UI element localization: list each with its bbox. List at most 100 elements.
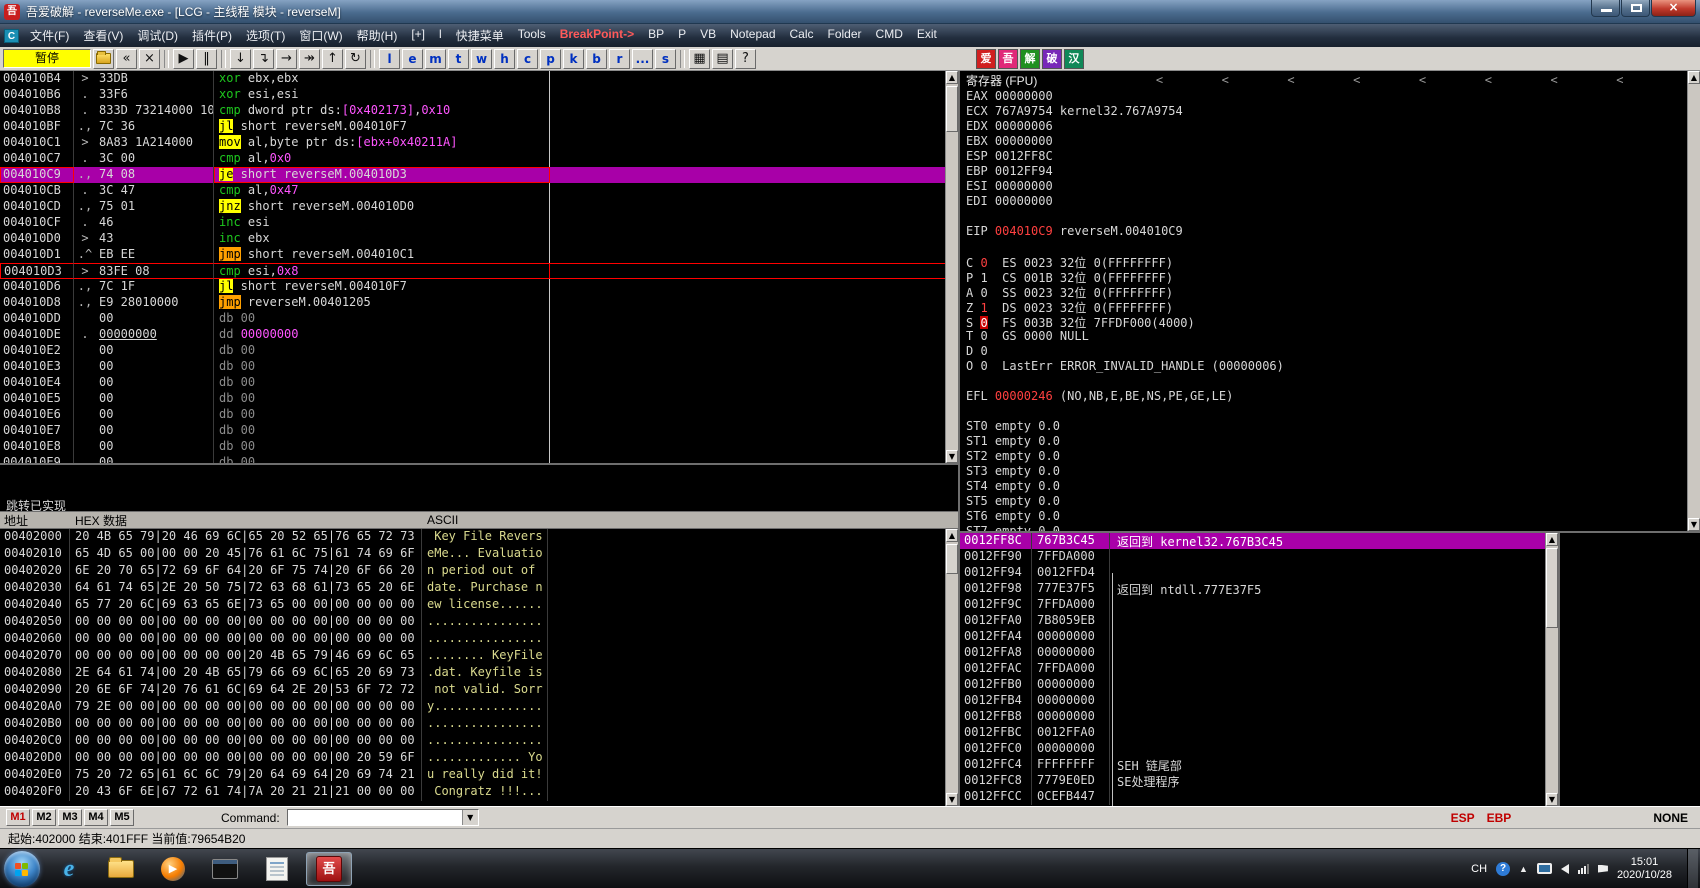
collapse-chevron-icon[interactable]: < [1156,73,1163,87]
disasm-row[interactable]: 004010DD00db 00 [0,311,945,327]
register-line[interactable]: ST2 empty 0.0 [960,449,1687,464]
stack-row[interactable]: 0012FFC000000000 [960,741,1545,757]
menu-item[interactable]: 查看(V) [76,24,130,47]
minimize-button[interactable] [1591,0,1620,17]
collapse-chevron-icon[interactable]: < [1287,73,1294,87]
disasm-row[interactable]: 004010E200db 00 [0,343,945,359]
scroll-up-icon[interactable]: ▲ [1688,71,1700,84]
taskbar-media-player[interactable]: ▶ [150,852,196,886]
toolbar-letter-button[interactable]: w [471,49,492,69]
menu-item[interactable]: 文件(F) [23,24,76,47]
collapse-chevron-icon[interactable]: < [1485,73,1492,87]
disasm-scrollbar[interactable]: ▲ ▼ [945,71,958,463]
menu-item[interactable]: P [671,24,693,47]
disasm-row[interactable]: 004010D8.,E9 28010000jmp reverseM.004012… [0,295,945,311]
menu-item[interactable]: l [432,24,449,47]
dump-row[interactable]: 0040201065 4D 65 00|00 00 20 45|76 61 6C… [0,546,945,563]
register-line[interactable]: EFL 00000246 (NO,NB,E,BE,NS,PE,GE,LE) [960,389,1687,404]
dump-pane[interactable]: 0040200020 4B 65 79|20 46 69 6C|65 20 52… [0,529,958,806]
toolbar-letter-button[interactable]: ... [632,49,653,69]
start-button[interactable] [4,851,40,887]
disasm-row[interactable]: 004010BF.,7C 36jl short reverseM.004010F… [0,119,945,135]
plugin-jie-icon[interactable]: 解 [1020,49,1040,69]
menu-item[interactable]: Notepad [723,24,782,47]
disasm-row[interactable]: 004010E700db 00 [0,423,945,439]
plugin-wu-icon[interactable]: 吾 [998,49,1018,69]
collapse-chevron-icon[interactable]: < [1353,73,1360,87]
toolbar-letter-button[interactable]: p [540,49,561,69]
scroll-thumb[interactable] [1546,548,1558,628]
register-line[interactable]: ECX 767A9754 kernel32.767A9754 [960,104,1687,119]
register-line[interactable]: S 0 FS 003B 32位 7FFDF000(4000) [960,314,1687,329]
stack-row[interactable]: 0012FF907FFDA000 [960,549,1545,565]
disasm-row[interactable]: 004010E300db 00 [0,359,945,375]
disasm-row[interactable]: 004010D3>83FE 08cmp esi,0x8 [0,263,945,279]
memory-tab-m4[interactable]: M4 [84,809,108,826]
dump-row[interactable]: 0040203064 61 74 65|2E 20 50 75|72 63 68… [0,580,945,597]
scroll-up-icon[interactable]: ▲ [1546,533,1558,546]
stack-row[interactable]: 0012FFC4FFFFFFFFSEH 链尾部 [960,757,1545,773]
register-line[interactable]: ST6 empty 0.0 [960,509,1687,524]
dump-row[interactable]: 0040204065 77 20 6C|69 63 65 6E|73 65 00… [0,597,945,614]
taskbar-debugger-active[interactable]: 吾 [306,852,352,886]
registers-pane[interactable]: 寄存器 (FPU) <<<<<<<< EAX 00000000ECX 767A9… [960,71,1700,531]
dump-row[interactable]: 004020E075 20 72 65|61 6C 6C 79|20 64 69… [0,767,945,784]
language-indicator[interactable]: CH [1471,863,1487,875]
menu-item[interactable]: Exit [910,24,944,47]
disasm-row[interactable]: 004010E400db 00 [0,375,945,391]
register-line[interactable]: Z 1 DS 0023 32位 0(FFFFFFFF) [960,299,1687,314]
help-tray-icon[interactable]: ? [1496,862,1510,876]
stack-pane[interactable]: 0012FF8C767B3C45返回到 kernel32.767B3C45001… [960,533,1560,806]
dump-scrollbar[interactable]: ▲ ▼ [945,529,958,806]
menu-item[interactable]: 快捷菜单 [449,24,511,47]
register-line[interactable]: ST3 empty 0.0 [960,464,1687,479]
disasm-row[interactable]: 004010C9.,74 08je short reverseM.004010D… [0,167,945,183]
title-bar[interactable]: 吾 吾爱破解 - reverseMe.exe - [LCG - 主线程 模块 -… [0,0,1700,24]
close-button[interactable]: × [1651,0,1696,17]
disasm-row[interactable]: 004010DE.00000000dd 00000000 [0,327,945,343]
tray-expand-icon[interactable]: ▲ [1519,864,1528,874]
toolbar-letter-button[interactable]: c [517,49,538,69]
menu-item[interactable]: CMD [869,24,910,47]
disasm-row[interactable]: 004010E600db 00 [0,407,945,423]
disasm-row[interactable]: 004010E500db 00 [0,391,945,407]
register-line[interactable]: P 1 CS 001B 32位 0(FFFFFFFF) [960,269,1687,284]
dump-row[interactable]: 0040205000 00 00 00|00 00 00 00|00 00 00… [0,614,945,631]
collapse-chevron-icon[interactable]: < [1550,73,1557,87]
dump-row[interactable]: 0040209020 6E 6F 74|20 76 61 6C|69 64 2E… [0,682,945,699]
register-line[interactable]: ESI 00000000 [960,179,1687,194]
register-line[interactable]: ST4 empty 0.0 [960,479,1687,494]
scroll-thumb[interactable] [946,544,958,574]
register-line[interactable] [960,209,1687,224]
taskbar-editor[interactable] [254,852,300,886]
toolbar-letter-button[interactable]: r [609,49,630,69]
stack-row[interactable]: 0012FF940012FFD4 [960,565,1545,581]
scroll-down-icon[interactable]: ▼ [1546,793,1558,806]
stack-row[interactable]: 0012FFC87779E0EDSE处理程序 [960,773,1545,789]
animate-into-icon[interactable]: → [276,49,297,69]
toolbar-letter-button[interactable]: t [448,49,469,69]
register-line[interactable]: EDX 00000006 [960,119,1687,134]
dump-row[interactable]: 004020B000 00 00 00|00 00 00 00|00 00 00… [0,716,945,733]
scroll-up-icon[interactable]: ▲ [946,529,958,542]
stack-row[interactable]: 0012FFA400000000 [960,629,1545,645]
options-view-icon[interactable]: ▤ [712,49,733,69]
execute-till-return-icon[interactable]: ↑ [322,49,343,69]
register-line[interactable]: O 0 LastErr ERROR_INVALID_HANDLE (000000… [960,359,1687,374]
menu-item[interactable]: 窗口(W) [292,24,349,47]
scroll-down-icon[interactable]: ▼ [1688,518,1700,531]
menu-item[interactable]: BreakPoint-> [553,24,641,47]
toolbar-letter-button[interactable]: h [494,49,515,69]
register-line[interactable]: D 0 [960,344,1687,359]
restart-icon[interactable]: « [116,49,137,69]
register-line[interactable]: EDI 00000000 [960,194,1687,209]
toolbar-letter-button[interactable]: m [425,49,446,69]
windows-view-icon[interactable]: ▦ [689,49,710,69]
memory-tab-m3[interactable]: M3 [58,809,82,826]
command-input[interactable] [288,810,462,825]
close-program-icon[interactable]: × [139,49,160,69]
collapse-chevron-icon[interactable]: < [1222,73,1229,87]
dump-row[interactable]: 0040207000 00 00 00|00 00 00 00|20 4B 65… [0,648,945,665]
menu-item[interactable]: 帮助(H) [350,24,405,47]
stack-row[interactable]: 0012FF9C7FFDA000 [960,597,1545,613]
